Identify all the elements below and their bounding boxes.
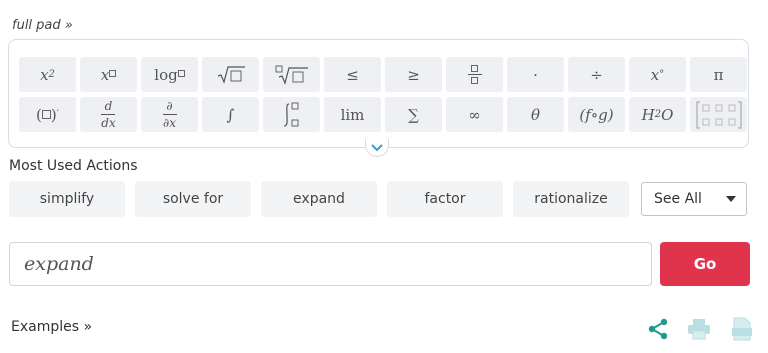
caret-down-icon bbox=[726, 196, 736, 202]
key-composition[interactable]: (f∘g) bbox=[568, 97, 625, 132]
key-divide[interactable]: ÷ bbox=[568, 57, 625, 92]
partial-symbol: ∂ bbox=[166, 99, 173, 113]
action-factor-button[interactable]: factor bbox=[387, 181, 503, 217]
key-infinity[interactable]: ∞ bbox=[446, 97, 503, 132]
key-nth-root[interactable] bbox=[263, 57, 320, 92]
exponent-2: 2 bbox=[48, 69, 55, 80]
x-symbol: x bbox=[650, 65, 660, 84]
d-symbol: d bbox=[104, 99, 113, 113]
most-used-actions-title: Most Used Actions bbox=[9, 158, 138, 174]
partial-x-symbol: ∂x bbox=[163, 116, 176, 130]
definite-integral-icon bbox=[283, 102, 298, 127]
go-button[interactable]: Go bbox=[660, 242, 750, 286]
key-square[interactable]: x2 bbox=[19, 57, 76, 92]
print-button[interactable] bbox=[686, 316, 712, 342]
matrix-icon bbox=[695, 100, 742, 129]
action-simplify-button[interactable]: simplify bbox=[9, 181, 125, 217]
see-all-dropdown[interactable]: See All bbox=[641, 182, 747, 216]
examples-link[interactable]: Examples » bbox=[11, 319, 92, 335]
nth-root-icon bbox=[275, 65, 308, 85]
share-button[interactable] bbox=[645, 316, 671, 342]
math-keypad: x2 x log ≤ ≥ · ÷ x ° π () ′ d dx ∂ ∂x ∫ lim … bbox=[8, 39, 749, 148]
fraction-icon bbox=[467, 65, 482, 84]
placeholder-box-icon bbox=[109, 70, 117, 77]
most-used-actions: simplify solve for expand factor rationa… bbox=[9, 181, 629, 217]
key-less-equal[interactable]: ≤ bbox=[324, 57, 381, 92]
action-expand-button[interactable]: expand bbox=[261, 181, 377, 217]
key-derivative-prime[interactable]: () ′ bbox=[19, 97, 76, 132]
x-symbol: x bbox=[40, 65, 49, 84]
action-solve-for-button[interactable]: solve for bbox=[135, 181, 251, 217]
save-pdf-button[interactable] bbox=[729, 316, 755, 342]
key-degree[interactable]: x ° bbox=[629, 57, 686, 92]
print-icon bbox=[688, 319, 710, 340]
key-integral[interactable]: ∫ bbox=[202, 97, 259, 132]
full-pad-link[interactable]: full pad » bbox=[12, 18, 73, 33]
key-theta[interactable]: θ bbox=[507, 97, 564, 132]
dx-symbol: dx bbox=[101, 116, 116, 130]
key-matrix[interactable] bbox=[690, 97, 747, 132]
prime-symbol: ′ bbox=[56, 109, 59, 120]
placeholder-box-icon bbox=[41, 110, 51, 119]
key-log[interactable]: log bbox=[141, 57, 198, 92]
collapse-keypad-button[interactable] bbox=[365, 139, 389, 157]
key-definite-integral[interactable] bbox=[263, 97, 320, 132]
chevron-down-icon bbox=[371, 143, 383, 151]
key-pi[interactable]: π bbox=[690, 57, 747, 92]
h-symbol: H bbox=[641, 105, 655, 124]
x-symbol: x bbox=[100, 65, 110, 84]
degree-symbol: ° bbox=[659, 69, 665, 80]
save-pdf-icon bbox=[732, 317, 752, 341]
key-greater-equal[interactable]: ≥ bbox=[385, 57, 442, 92]
action-rationalize-button[interactable]: rationalize bbox=[513, 181, 629, 217]
key-partial[interactable]: ∂ ∂x bbox=[141, 97, 198, 132]
share-icon bbox=[648, 318, 668, 340]
placeholder-box-icon bbox=[177, 70, 185, 77]
see-all-label: See All bbox=[654, 191, 702, 207]
key-d-dx[interactable]: d dx bbox=[80, 97, 137, 132]
key-sqrt[interactable] bbox=[202, 57, 259, 92]
key-limit[interactable]: lim bbox=[324, 97, 381, 132]
query-input[interactable] bbox=[9, 242, 652, 286]
key-power[interactable]: x bbox=[80, 57, 137, 92]
key-chemistry[interactable]: H2O bbox=[629, 97, 686, 132]
key-sum[interactable]: ∑ bbox=[385, 97, 442, 132]
key-multiply-dot[interactable]: · bbox=[507, 57, 564, 92]
log-symbol: log bbox=[154, 65, 178, 84]
sqrt-icon bbox=[217, 65, 245, 84]
key-fraction[interactable] bbox=[446, 57, 503, 92]
o-symbol: O bbox=[661, 105, 674, 124]
